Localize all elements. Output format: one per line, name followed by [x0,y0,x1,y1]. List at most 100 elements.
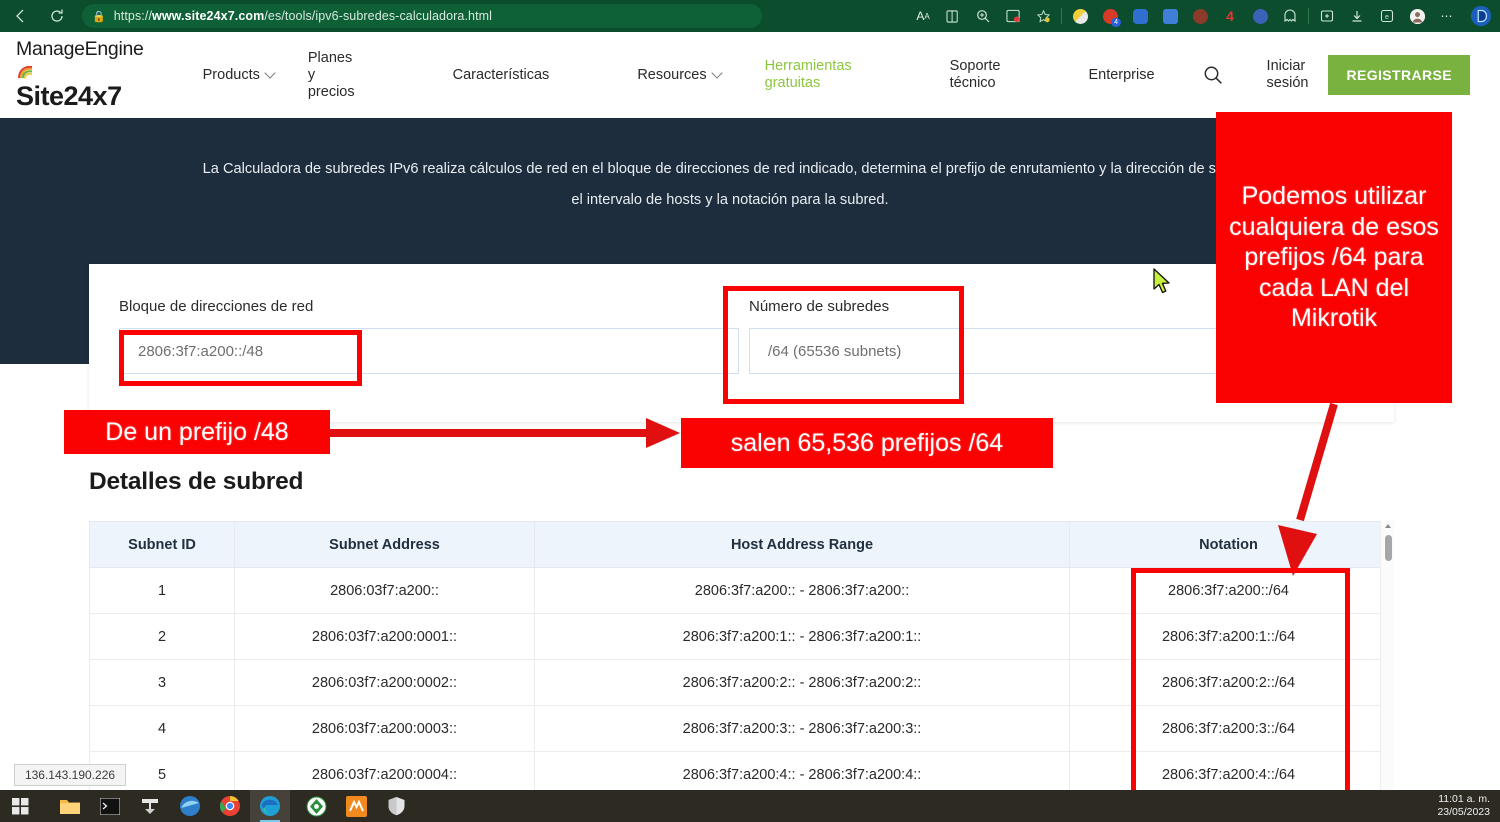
nav-label: Herramientas gratuitas [765,58,852,92]
page-title: Detalles de subred [89,468,303,496]
cell-subnet-id: 3 [90,660,235,706]
cell-subnet-id: 1 [90,568,235,614]
nav-label: Características [453,67,550,84]
column-header-subnet-address: Subnet Address [235,522,535,568]
nav-label: Products [203,67,260,84]
cell-host-address-range: 2806:3f7:a200:3:: - 2806:3f7:a200:3:: [535,706,1070,752]
logo-manageengine: ManageEngine [16,38,151,84]
hero-description: La Calculadora de subredes IPv6 realiza … [200,154,1260,216]
start-button[interactable] [0,790,40,822]
site-logo[interactable]: ManageEngine Site24x7 [16,38,151,112]
mouse-cursor [1152,268,1172,296]
terminal-icon[interactable] [90,790,130,822]
extension-red-icon[interactable]: 4 [1095,0,1125,32]
nav-label: Planes y precios [308,50,355,101]
signup-button[interactable]: REGISTRARSE [1328,55,1470,95]
taskbar-clock[interactable]: 11:01 a. m. 23/05/2023 [1437,790,1494,822]
field-label-network-block: Bloque de direcciones de red [119,298,739,315]
annotation-highlight-number-of-subnets [723,286,964,404]
address-bar[interactable]: 🔒 https://www.site24x7.com/es/tools/ipv6… [82,4,762,28]
column-header-notation: Notation [1070,522,1388,568]
nav-item-resources[interactable]: Resources [627,67,730,84]
screen-root: 🔒 https://www.site24x7.com/es/tools/ipv6… [0,0,1500,822]
main-navigation: Products Planes y precios Característica… [187,50,1319,101]
svg-text:e: e [1385,14,1389,21]
anydesk-icon[interactable] [296,790,336,822]
browser-toolbar-icons: AA 4 4 [908,0,1500,32]
nav-label: Soporte técnico [950,58,1001,92]
edge-icon[interactable] [250,790,290,822]
split-screen-icon[interactable] [998,0,1028,32]
reload-icon[interactable] [42,3,72,29]
annotation-note-salen-prefijos: salen 65,536 prefijos /64 [681,418,1053,468]
read-aloud-icon[interactable]: AA [908,0,938,32]
nav-item-soporte-tecnico[interactable]: Soporte técnico [940,58,1011,92]
login-label: Iniciar sesión [1267,58,1309,92]
translate-icon[interactable] [1155,0,1185,32]
windows-taskbar: 11:01 a. m. 23/05/2023 [0,790,1500,822]
logo-site24x7: Site24x7 [16,81,151,112]
nav-label: Enterprise [1088,67,1154,84]
annotation-note-prefijo-48: De un prefijo /48 [64,410,330,454]
winbox-icon[interactable] [130,790,170,822]
lock-icon: 🔒 [92,10,106,23]
cell-host-address-range: 2806:3f7:a200:: - 2806:3f7:a200:: [535,568,1070,614]
cell-subnet-address: 2806:03f7:a200:0003:: [235,706,535,752]
back-arrow-icon[interactable] [6,3,36,29]
extension-blue-icon[interactable] [1125,0,1155,32]
table-scrollbar[interactable] [1380,521,1394,801]
profile-icon[interactable] [1402,0,1432,32]
notification-badge: 4 [1111,18,1121,27]
more-options-icon[interactable]: ⋯ [1432,0,1462,32]
scrollbar-thumb[interactable] [1385,535,1392,561]
login-link[interactable]: Iniciar sesión [1257,58,1319,92]
immersive-reader-icon[interactable] [938,0,968,32]
scroll-up-arrow-icon[interactable] [1385,524,1391,528]
cell-subnet-address: 2806:03f7:a200:: [235,568,535,614]
edge-reader-icon[interactable]: e [1372,0,1402,32]
copilot-icon[interactable] [1462,0,1500,32]
extension-ip-icon[interactable] [1245,0,1275,32]
cell-subnet-address: 2806:03f7:a200:0002:: [235,660,535,706]
mikrotik-icon[interactable] [336,790,376,822]
clock-time: 11:01 a. m. [1438,793,1490,806]
chevron-down-icon [711,67,722,78]
annotation-note-mikrotik: Podemos utilizar cualquiera de esos pref… [1216,112,1452,403]
toolbar-divider-2 [1308,8,1309,24]
search-icon[interactable] [1187,65,1239,85]
zoom-icon[interactable] [968,0,998,32]
site-header: ManageEngine Site24x7 Products Planes y … [0,32,1500,118]
cell-subnet-id: 4 [90,706,235,752]
nav-item-enterprise[interactable]: Enterprise [1078,67,1164,84]
toolbar-divider [1061,8,1062,24]
nav-item-herramientas-gratuitas[interactable]: Herramientas gratuitas [755,58,862,92]
cell-subnet-id: 2 [90,614,235,660]
collections-icon[interactable] [1312,0,1342,32]
file-explorer-icon[interactable] [50,790,90,822]
chrome-icon[interactable] [210,790,250,822]
browser-blue-icon[interactable] [170,790,210,822]
column-header-subnet-id: Subnet ID [90,522,235,568]
nav-item-caracteristicas[interactable]: Características [443,67,560,84]
column-header-host-address-range: Host Address Range [535,522,1070,568]
extension-ghost-icon[interactable] [1275,0,1305,32]
browser-essentials-icon[interactable] [1065,0,1095,32]
address-bar-url: https://www.site24x7.com/es/tools/ipv6-s… [114,9,492,23]
table-header-row: Subnet ID Subnet Address Host Address Ra… [90,522,1388,568]
downloads-icon[interactable] [1342,0,1372,32]
nav-label: Resources [637,67,706,84]
annotation-highlight-network-block [119,330,362,386]
nav-item-planes-y-precios[interactable]: Planes y precios [298,50,365,101]
chevron-down-icon [264,67,275,78]
nav-item-products[interactable]: Products [193,67,284,84]
cell-host-address-range: 2806:3f7:a200:1:: - 2806:3f7:a200:1:: [535,614,1070,660]
clock-date: 23/05/2023 [1437,806,1490,819]
annotation-highlight-notation-column [1131,568,1350,809]
security-shield-icon[interactable] [376,790,416,822]
add-favorite-icon[interactable] [1028,0,1058,32]
cell-subnet-address: 2806:03f7:a200:0001:: [235,614,535,660]
extension-4-icon[interactable]: 4 [1215,0,1245,32]
manageengine-swoosh-icon [17,63,34,78]
extension-goggles-icon[interactable] [1185,0,1215,32]
status-bar-tooltip: 136.143.190.226 [14,764,126,786]
